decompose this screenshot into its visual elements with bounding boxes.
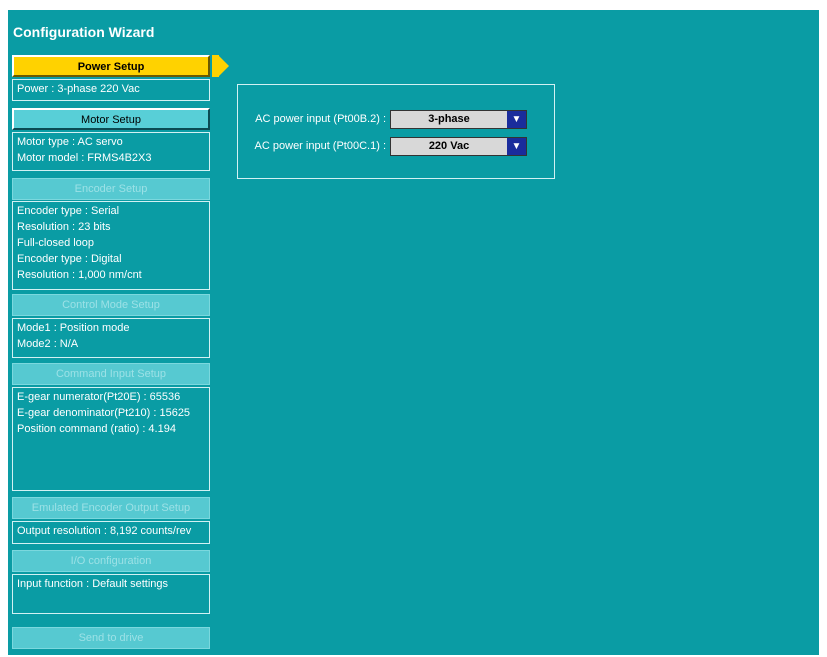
- summary-line: Resolution : 23 bits: [17, 221, 111, 233]
- io-summary: Input function : Default settings: [12, 574, 210, 614]
- summary-line: Encoder type : Digital: [17, 253, 122, 265]
- io-configuration-button[interactable]: I/O configuration: [12, 550, 210, 572]
- emulated-encoder-setup-button[interactable]: Emulated Encoder Output Setup: [12, 497, 210, 519]
- summary-line: Full-closed loop: [17, 237, 95, 249]
- summary-line: Mode2 : N/A: [17, 338, 79, 350]
- control-mode-setup-button[interactable]: Control Mode Setup: [12, 294, 210, 316]
- summary-line: E-gear denominator(Pt210) : 15625: [17, 407, 191, 419]
- wizard-window: Configuration Wizard Power Setup Power :…: [8, 10, 819, 655]
- control-mode-summary: Mode1 : Position mode Mode2 : N/A: [12, 318, 210, 358]
- dropdown-arrow-icon[interactable]: ▼: [507, 138, 526, 155]
- ac-power-phase-select[interactable]: 3-phase ▼: [390, 110, 527, 129]
- ac-power-phase-row: AC power input (Pt00B.2) : 3-phase ▼: [238, 110, 554, 130]
- summary-line: Motor model : FRMS4B2X3: [17, 152, 152, 164]
- dropdown-arrow-icon[interactable]: ▼: [507, 111, 526, 128]
- ac-power-phase-value: 3-phase: [428, 113, 470, 125]
- summary-line: Output resolution : 8,192 counts/rev: [17, 525, 192, 537]
- window-title: Configuration Wizard: [13, 24, 155, 40]
- power-summary: Power : 3-phase 220 Vac: [12, 79, 210, 101]
- encoder-summary: Encoder type : Serial Resolution : 23 bi…: [12, 201, 210, 290]
- command-input-summary: E-gear numerator(Pt20E) : 65536 E-gear d…: [12, 387, 210, 491]
- ac-power-voltage-label: AC power input (Pt00C.1) :: [254, 140, 386, 152]
- ac-power-voltage-value: 220 Vac: [428, 140, 470, 152]
- summary-line: Resolution : 1,000 nm/cnt: [17, 269, 142, 281]
- send-to-drive-button[interactable]: Send to drive: [12, 627, 210, 649]
- ac-power-voltage-row: AC power input (Pt00C.1) : 220 Vac ▼: [238, 137, 554, 157]
- summary-line: Encoder type : Serial: [17, 205, 120, 217]
- summary-line: Power : 3-phase 220 Vac: [17, 83, 140, 95]
- ac-power-phase-label: AC power input (Pt00B.2) :: [255, 113, 386, 125]
- summary-line: Position command (ratio) : 4.194: [17, 423, 176, 435]
- active-step-arrow-icon: [218, 55, 229, 77]
- power-setup-panel: AC power input (Pt00B.2) : 3-phase ▼ AC …: [237, 84, 555, 179]
- summary-line: Mode1 : Position mode: [17, 322, 130, 334]
- motor-setup-button[interactable]: Motor Setup: [12, 108, 210, 130]
- emulated-encoder-summary: Output resolution : 8,192 counts/rev: [12, 521, 210, 544]
- summary-line: Motor type : AC servo: [17, 136, 123, 148]
- power-setup-button[interactable]: Power Setup: [12, 55, 210, 77]
- summary-line: E-gear numerator(Pt20E) : 65536: [17, 391, 181, 403]
- ac-power-voltage-select[interactable]: 220 Vac ▼: [390, 137, 527, 156]
- summary-line: Input function : Default settings: [17, 578, 169, 590]
- motor-summary: Motor type : AC servo Motor model : FRMS…: [12, 132, 210, 171]
- command-input-setup-button[interactable]: Command Input Setup: [12, 363, 210, 385]
- encoder-setup-button[interactable]: Encoder Setup: [12, 178, 210, 200]
